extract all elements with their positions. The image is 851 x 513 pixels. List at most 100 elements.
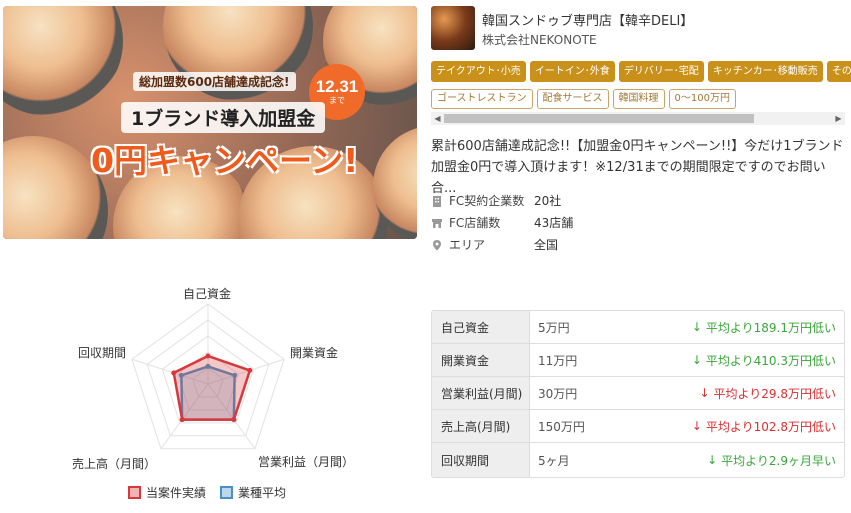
radar-average-point (232, 372, 238, 378)
radar-grid-ring (131, 303, 285, 450)
radar-average-point (178, 372, 184, 378)
row-value: 30万円 (538, 386, 578, 401)
row-cell: 11万円 ↓ 平均より410.3万円低い (530, 344, 844, 376)
arrow-down-icon: ↓ (691, 320, 702, 334)
tag[interactable]: イートイン･外食 (529, 61, 615, 82)
info-label: FC店舗数 (449, 216, 501, 230)
radar-grid-ring (146, 319, 270, 437)
table-row: 開業資金 11万円 ↓ 平均より410.3万円低い (432, 344, 844, 377)
comparison-table: 自己資金 5万円 ↓ 平均より189.1万円低い 開業資金 11万円 ↓ 平均より410.3万… (431, 310, 845, 478)
row-cell: 30万円 ↓ 平均より29.8万円低い (530, 377, 844, 409)
campaign-banner[interactable]: 総加盟数600店舗達成記念! 12.31 まで 1ブランド導入加盟金 0円キャン… (3, 6, 417, 239)
row-value: 11万円 (538, 353, 578, 368)
banner-subtitle: 総加盟数600店舗達成記念! (133, 72, 296, 91)
info-row: エリア 全国 (431, 236, 558, 253)
row-value: 5万円 (538, 320, 570, 335)
row-header: 営業利益(月間) (432, 377, 530, 409)
row-header: 回収期間 (432, 443, 530, 477)
comparison: ↓ 平均より189.1万円低い (692, 319, 836, 336)
radar-axis-line (160, 383, 209, 450)
radar-case-point (179, 417, 185, 423)
building-icon (431, 195, 443, 207)
tag[interactable]: その他 (826, 61, 851, 82)
tags-scrollbar[interactable]: ◀ ▶ (431, 112, 845, 125)
info-value: 全国 (534, 238, 559, 252)
genre-tags: ゴーストレストラン 配食サービス 韓国料理 0〜100万円 (431, 89, 736, 109)
legend-average: 業種平均 (220, 484, 286, 501)
shop-thumbnail[interactable] (431, 6, 475, 50)
arrow-down-icon: ↓ (707, 453, 718, 467)
row-value: 150万円 (538, 419, 585, 434)
location-pin-icon (431, 239, 443, 251)
row-value: 5ヶ月 (538, 453, 570, 468)
radar-case-point (231, 417, 237, 423)
legend-case: 当案件実績 (128, 484, 206, 501)
deadline-date: 12.31 (315, 77, 359, 96)
tag[interactable]: テイクアウト･小売 (431, 61, 526, 82)
info-value: 43店舗 (534, 216, 574, 230)
scrollbar-thumb[interactable] (444, 114, 754, 123)
radar-average-point (179, 417, 185, 423)
legend-label-case: 当案件実績 (146, 486, 207, 500)
radar-case-point (171, 370, 177, 376)
description: 累計600店舗達成記念!!【加盟金0円キャンペーン!!】今だけ1ブランド加盟金0… (431, 139, 844, 196)
company-name: 株式会社NEKONOTE (482, 33, 597, 47)
arrow-down-icon: ↓ (699, 386, 710, 400)
radar-axis-line (131, 358, 209, 385)
row-header: 売上高(月間) (432, 410, 530, 442)
comparison: ↓ 平均より410.3万円低い (692, 352, 836, 369)
scroll-right-icon[interactable]: ▶ (832, 112, 845, 125)
radar-label-startup-cost: 開業資金 (290, 346, 339, 360)
radar-grid-ring (176, 351, 240, 411)
arrow-down-icon: ↓ (691, 353, 702, 367)
radar-grid-ring (161, 335, 255, 424)
category-tags: テイクアウト･小売イートイン･外食デリバリー･宅配キッチンカー･移動販売その他 (431, 61, 851, 82)
tag[interactable]: デリバリー･宅配 (618, 61, 704, 82)
info-row: FC店舗数 43店舗 (431, 214, 573, 231)
table-row: 売上高(月間) 150万円 ↓ 平均より102.8万円低い (432, 410, 844, 443)
tag[interactable]: 韓国料理 (612, 89, 665, 109)
radar-average-point (205, 363, 211, 369)
store-icon (431, 217, 443, 229)
radar-label-sales: 売上高（月間） (72, 457, 157, 471)
radar-average-point (231, 417, 237, 423)
arrow-down-icon: ↓ (691, 419, 702, 433)
info-value: 20社 (534, 194, 562, 208)
row-cell: 150万円 ↓ 平均より102.8万円低い (530, 410, 844, 442)
row-cell: 5万円 ↓ 平均より189.1万円低い (530, 311, 844, 343)
info-label: FC契約企業数 (449, 194, 525, 208)
radar-label-payback: 回収期間 (78, 346, 127, 360)
comparison: ↓ 平均より29.8万円低い (699, 385, 836, 402)
radar-label-self-funds: 自己資金 (183, 287, 232, 301)
table-row: 回収期間 5ヶ月 ↓ 平均より2.9ヶ月早い (432, 443, 844, 477)
tag[interactable]: キッチンカー･移動販売 (707, 61, 823, 82)
legend-swatch-case (128, 486, 141, 499)
row-cell: 5ヶ月 ↓ 平均より2.9ヶ月早い (530, 443, 844, 477)
radar-label-operating-profit: 営業利益（月間） (258, 455, 355, 469)
comparison: ↓ 平均より102.8万円低い (692, 418, 836, 435)
comparison-text: 平均より2.9ヶ月早い (721, 453, 836, 468)
radar-grid-ring (192, 367, 224, 398)
row-header: 自己資金 (432, 311, 530, 343)
radar-axis-line (207, 358, 285, 385)
shop-name[interactable]: 韓国スンドゥブ専門店【韓辛DELI】 (482, 10, 693, 29)
radar-axis-line (207, 383, 256, 450)
row-header: 開業資金 (432, 344, 530, 376)
comparison-text: 平均より102.8万円低い (705, 419, 836, 434)
comparison-text: 平均より189.1万円低い (705, 320, 836, 335)
banner-title: 1ブランド導入加盟金 (121, 102, 326, 133)
tag[interactable]: 配食サービス (536, 89, 609, 109)
radar-case-point (247, 367, 253, 373)
comparison: ↓ 平均より2.9ヶ月早い (707, 452, 836, 469)
info-label: エリア (449, 238, 486, 252)
banner-headline: 0円キャンペーン! (91, 141, 359, 180)
radar-case-point (205, 353, 211, 359)
scroll-left-icon[interactable]: ◀ (431, 112, 444, 125)
legend-label-average: 業種平均 (238, 486, 287, 500)
tag[interactable]: ゴーストレストラン (431, 89, 533, 109)
deadline-suffix: まで (329, 96, 345, 105)
comparison-text: 平均より410.3万円低い (705, 353, 836, 368)
radar-average-polygon (180, 365, 236, 421)
tag[interactable]: 0〜100万円 (668, 89, 736, 109)
table-row: 自己資金 5万円 ↓ 平均より189.1万円低い (432, 311, 844, 344)
